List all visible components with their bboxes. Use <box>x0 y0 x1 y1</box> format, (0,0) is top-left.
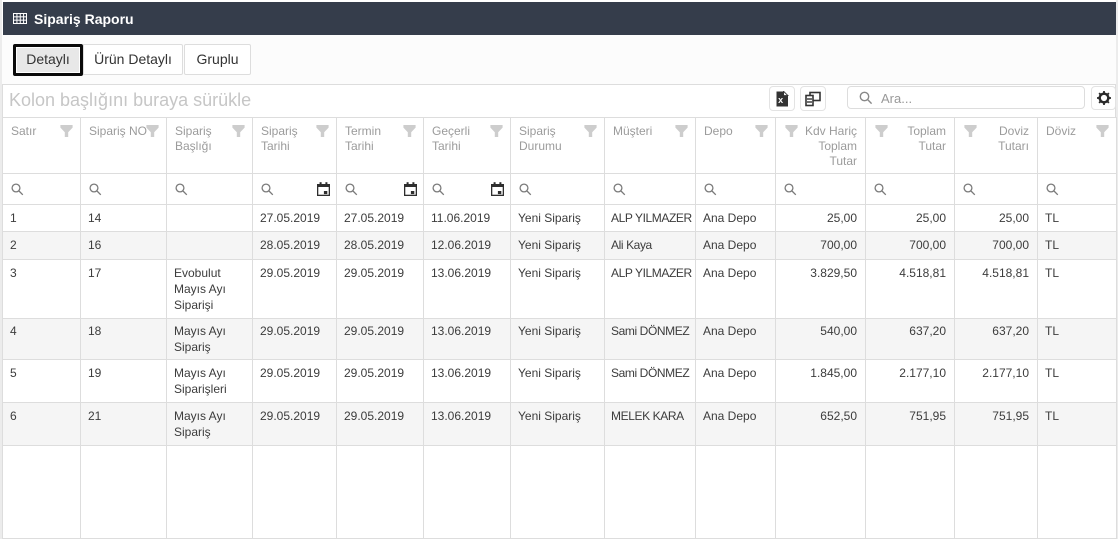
svg-text:x: x <box>778 95 783 105</box>
